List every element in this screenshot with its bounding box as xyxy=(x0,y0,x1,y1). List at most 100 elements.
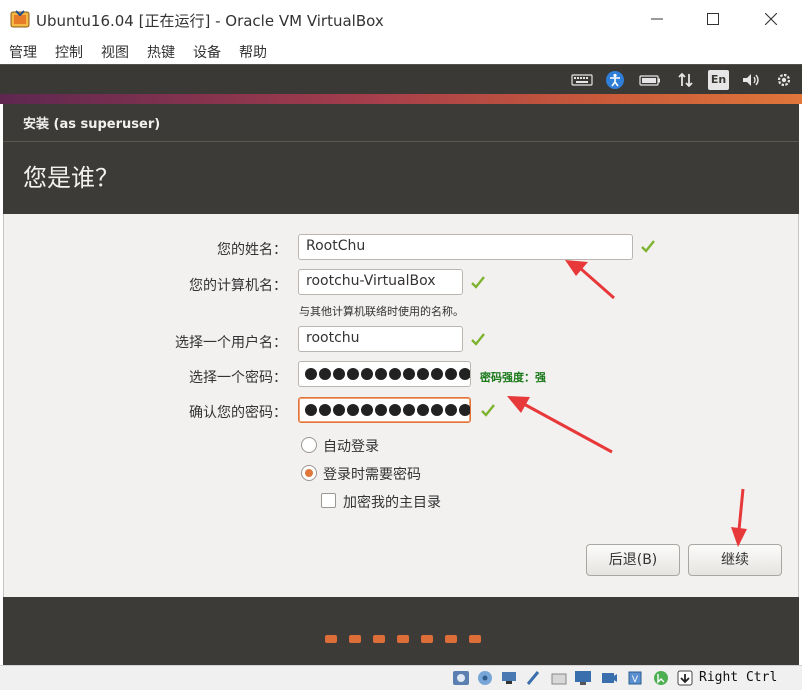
slideshow-dot[interactable] xyxy=(445,635,457,643)
password-dot xyxy=(445,368,457,380)
user-setup-form: 您的姓名： RootChu 您的计算机名： rootchu-VirtualBox… xyxy=(3,214,799,597)
confirm-password-label: 确认您的密码： xyxy=(189,405,287,421)
menu-help[interactable]: 帮助 xyxy=(239,42,267,62)
password-mask xyxy=(305,367,470,381)
password-dot xyxy=(319,368,331,380)
password-dot xyxy=(445,404,457,416)
usb-icon[interactable] xyxy=(524,669,542,687)
svg-text:V: V xyxy=(632,675,639,685)
slideshow-page-dots xyxy=(325,635,481,643)
require-password-label: 登录时需要密码 xyxy=(323,467,421,483)
password-field[interactable] xyxy=(298,361,471,387)
password-dot xyxy=(375,404,387,416)
auto-login-label: 自动登录 xyxy=(323,439,379,455)
continue-button[interactable]: 继续 xyxy=(688,544,782,576)
close-button[interactable] xyxy=(748,0,794,38)
menu-manage[interactable]: 管理 xyxy=(9,42,37,62)
computer-name-valid-check-icon xyxy=(471,276,485,289)
password-strength-label: 密码强度：强 xyxy=(480,371,546,384)
slideshow-dot[interactable] xyxy=(325,635,337,643)
minimize-icon xyxy=(651,18,663,20)
password-dot xyxy=(403,404,415,416)
maximize-icon xyxy=(707,13,719,25)
password-dot xyxy=(389,404,401,416)
encrypt-home-checkbox[interactable] xyxy=(321,493,336,508)
username-label: 选择一个用户名： xyxy=(175,335,287,351)
installer-header: 安装 (as superuser) 您是谁？ xyxy=(3,104,799,214)
password-dot xyxy=(305,368,317,380)
password-label: 选择一个密码： xyxy=(189,370,287,386)
settings-gear-icon[interactable] xyxy=(773,70,795,90)
confirm-password-mask xyxy=(305,403,470,417)
menu-bar: 管理 控制 视图 热键 设备 帮助 xyxy=(0,38,802,64)
menu-view[interactable]: 视图 xyxy=(101,42,129,62)
close-icon xyxy=(765,13,777,25)
computer-name-field[interactable]: rootchu-VirtualBox xyxy=(298,269,463,295)
installer-window-title: 安装 (as superuser) xyxy=(23,117,161,132)
slideshow-dot[interactable] xyxy=(373,635,385,643)
password-dot xyxy=(333,368,345,380)
name-field[interactable]: RootChu xyxy=(298,234,633,260)
password-dot xyxy=(319,404,331,416)
audio-icon[interactable] xyxy=(476,669,494,687)
video-capture-icon[interactable] xyxy=(600,669,618,687)
password-dot xyxy=(347,368,359,380)
menu-devices[interactable]: 设备 xyxy=(193,42,221,62)
keyboard-icon[interactable] xyxy=(571,70,593,90)
ubuntu-top-panel: En xyxy=(0,64,802,94)
computer-name-hint: 与其他计算机联络时使用的名称。 xyxy=(299,305,464,318)
auto-login-radio[interactable] xyxy=(301,437,317,453)
minimize-button[interactable] xyxy=(634,0,680,38)
password-dot xyxy=(417,404,429,416)
password-dot xyxy=(361,368,373,380)
window-title-bar: Ubuntu16.04 [正在运行] - Oracle VM VirtualBo… xyxy=(0,0,802,38)
slideshow-dot[interactable] xyxy=(421,635,433,643)
slideshow-dot[interactable] xyxy=(469,635,481,643)
shared-folders-icon[interactable] xyxy=(550,669,568,687)
password-dot xyxy=(333,404,345,416)
language-indicator-icon[interactable]: En xyxy=(708,70,729,90)
mouse-integration-icon[interactable] xyxy=(652,669,670,687)
desktop-background-strip xyxy=(0,94,802,104)
slideshow-dot[interactable] xyxy=(397,635,409,643)
cpu-virtualization-icon[interactable]: V xyxy=(626,669,644,687)
menu-control[interactable]: 控制 xyxy=(55,42,83,62)
battery-icon[interactable] xyxy=(639,70,661,90)
password-dot xyxy=(417,368,429,380)
password-dot xyxy=(389,368,401,380)
back-button[interactable]: 后退(B) xyxy=(586,544,680,576)
window-title: Ubuntu16.04 [正在运行] - Oracle VM VirtualBo… xyxy=(36,12,384,30)
password-dot xyxy=(459,368,470,380)
password-dot xyxy=(431,368,443,380)
maximize-button[interactable] xyxy=(690,0,736,38)
menu-hotkeys[interactable]: 热键 xyxy=(147,42,175,62)
encrypt-home-label: 加密我的主目录 xyxy=(343,495,441,511)
optical-drive-icon[interactable] xyxy=(452,669,470,687)
password-dot xyxy=(459,404,470,416)
password-dot xyxy=(347,404,359,416)
name-label: 您的姓名： xyxy=(217,242,287,258)
confirm-password-valid-check-icon xyxy=(481,404,495,417)
network-adapter-icon[interactable] xyxy=(500,669,518,687)
network-icon[interactable] xyxy=(675,70,697,90)
computer-name-label: 您的计算机名： xyxy=(189,278,287,294)
virtualbox-status-bar: V Right Ctrl xyxy=(0,665,802,690)
volume-icon[interactable] xyxy=(740,70,762,90)
confirm-password-field[interactable] xyxy=(298,397,471,423)
password-dot xyxy=(375,368,387,380)
password-dot xyxy=(431,404,443,416)
keyboard-capture-icon[interactable] xyxy=(676,669,694,687)
host-key-label: Right Ctrl xyxy=(699,670,778,685)
username-field[interactable]: rootchu xyxy=(298,326,463,352)
password-dot xyxy=(361,404,373,416)
header-divider xyxy=(3,141,799,142)
display-icon[interactable] xyxy=(574,669,592,687)
accessibility-icon[interactable] xyxy=(604,70,626,90)
password-dot xyxy=(403,368,415,380)
username-valid-check-icon xyxy=(471,333,485,346)
page-title: 您是谁？ xyxy=(23,164,119,192)
virtualbox-icon xyxy=(10,10,30,28)
slideshow-dot[interactable] xyxy=(349,635,361,643)
password-dot xyxy=(305,404,317,416)
require-password-radio[interactable] xyxy=(301,465,317,481)
